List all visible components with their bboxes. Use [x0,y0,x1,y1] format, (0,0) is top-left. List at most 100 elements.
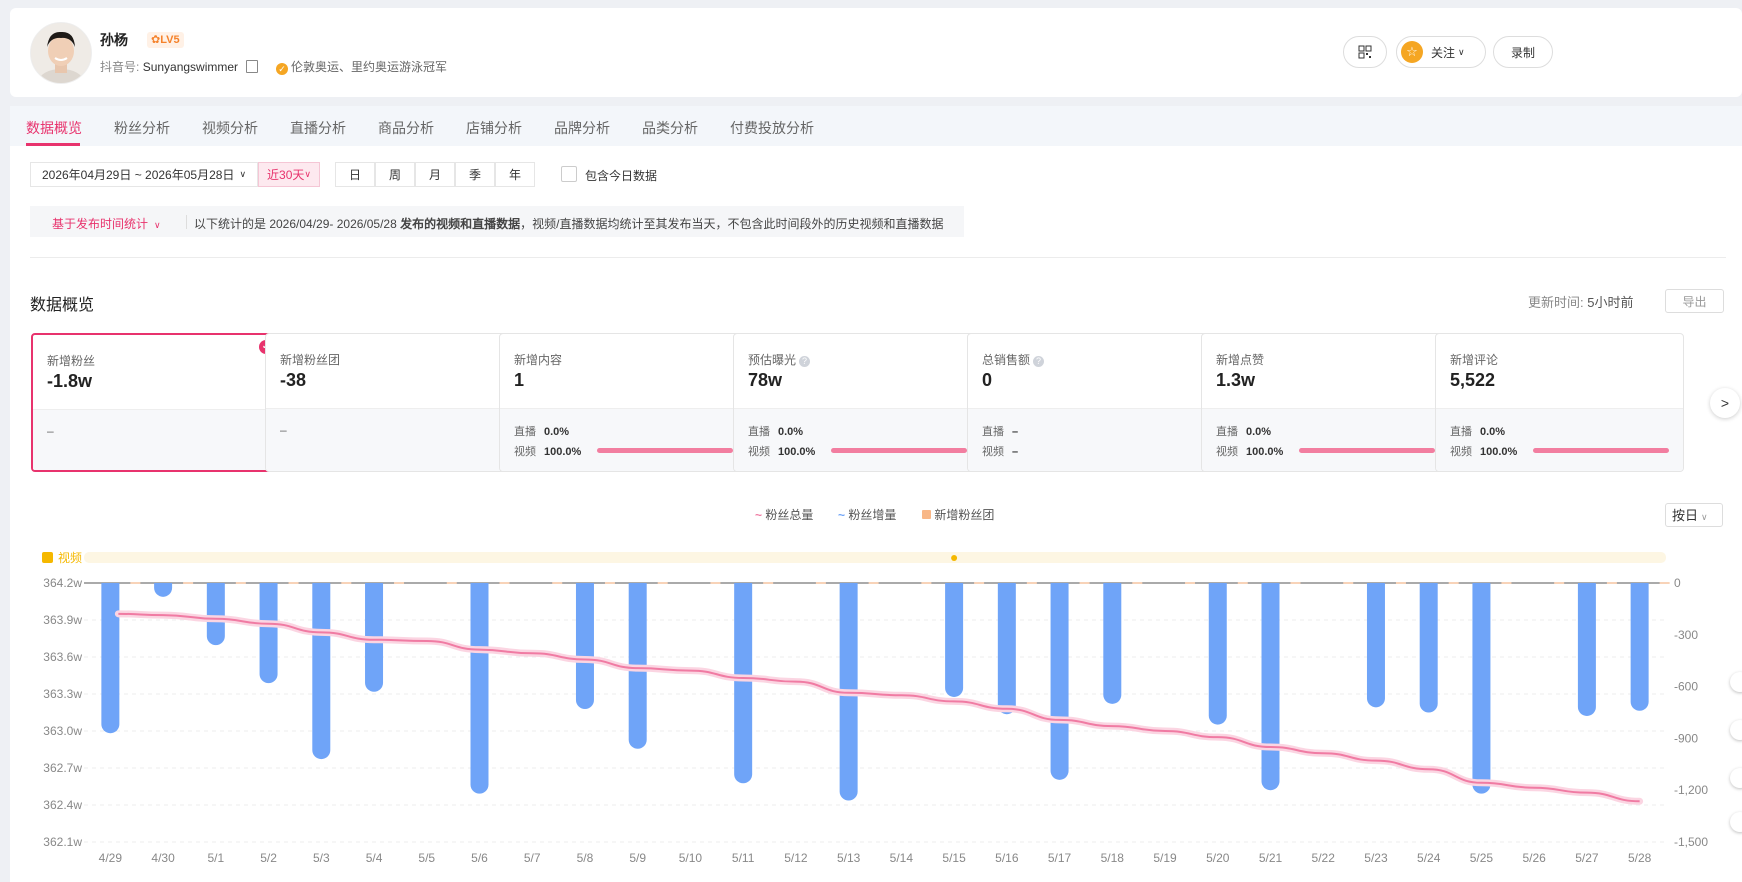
breakdown-row: 直播 0.0% [1216,426,1272,438]
section-title: 数据概览 [30,297,95,314]
metric-label: 新增粉丝团 [280,353,341,367]
chevron-down-icon: ∨ [304,169,311,179]
metric-breakdown: – [266,408,513,471]
breakdown-row: 视频 100.0% [1450,446,1518,458]
metric-breakdown: 直播 0.0% 视频 100.0% [734,408,981,471]
tab-0[interactable]: 数据概览 [26,118,82,138]
share-bar [1299,448,1435,453]
breakdown-row: 视频 – [982,446,1019,458]
period-year[interactable]: 年 [495,162,535,187]
line-legend-icon: ~ [755,508,763,522]
period-week[interactable]: 周 [375,162,415,187]
share-bar [1533,448,1669,453]
basis-description: 以下统计的是 2026/04/29- 2026/05/28 发布的视频和直播数据… [194,217,944,231]
metric-breakdown: 直播 0.0% 视频 100.0% [1202,408,1449,471]
record-button[interactable]: 录制 [1493,36,1553,68]
metric-card[interactable]: 新增点赞 1.3w 直播 0.0% 视频 100.0% [1201,333,1450,472]
basis-dropdown[interactable]: 基于发布时间统计 ∨ [52,215,161,232]
update-time: 更新时间: 5小时前 [1528,295,1634,310]
metric-card[interactable]: 预估曝光? 78w 直播 0.0% 视频 100.0% [733,333,982,472]
metric-breakdown: 直播 0.0% 视频 100.0% [500,408,747,471]
metric-card[interactable]: 总销售额? 0 直播 – 视频 – [967,333,1216,472]
preset-last30-dropdown[interactable]: 近30天 ∨ [258,162,320,187]
metric-label: 新增粉丝 [47,354,96,368]
help-icon[interactable]: ? [1033,356,1045,367]
tab-7[interactable]: 品类分析 [642,118,698,138]
legend-total[interactable]: ~ 粉丝总量 [755,506,813,523]
copy-icon[interactable] [246,60,259,73]
empty-value: – [47,424,54,438]
metric-label: 新增评论 [1450,353,1499,367]
metric-label: 新增点赞 [1216,353,1265,367]
divider [186,215,187,229]
metric-breakdown: 直播 0.0% 视频 100.0% [1436,408,1683,471]
metric-value: 5,522 [1450,370,1496,390]
divider [30,257,1726,258]
chevron-down-icon: ∨ [154,220,161,230]
date-range-picker[interactable]: 2026年04月29日 ~ 2026年05月28日 ∨ [30,162,258,187]
avatar[interactable] [30,22,92,84]
douyin-id-label: 抖音号: [100,60,140,74]
tab-bar: 数据概览 粉丝分析 视频分析 直播分析 商品分析 店铺分析 品牌分析 品类分析 付费投放分析 [10,106,1742,146]
qrcode-icon [1358,45,1372,59]
metric-label: 总销售额? [982,351,1045,368]
breakdown-row: 直播 0.0% [1450,426,1506,438]
empty-value: – [280,423,287,437]
crown-icon: ✿ [151,34,161,46]
tab-8[interactable]: 付费投放分析 [730,118,814,138]
tab-3[interactable]: 直播分析 [290,118,346,138]
export-button[interactable]: 导出 [1665,289,1724,313]
tab-5[interactable]: 店铺分析 [466,118,522,138]
metric-value: 0 [982,370,993,390]
period-day[interactable]: 日 [335,162,375,187]
tab-1[interactable]: 粉丝分析 [114,118,170,138]
metric-value: -1.8w [47,371,93,391]
metric-value: 1 [514,370,525,390]
breakdown-row: 直播 0.0% [514,426,570,438]
metric-value: 78w [748,370,783,390]
legend-increase[interactable]: ~ 粉丝增量 [838,506,896,523]
qrcode-button[interactable] [1343,36,1387,68]
breakdown-row: 视频 100.0% [514,446,582,458]
square-legend-icon [922,510,931,519]
douyin-id-row: 抖音号: Sunyangswimmer [100,58,264,75]
verify-text: 伦敦奥运、里约奥运游泳冠军 [291,60,448,74]
metric-value: 1.3w [1216,370,1256,390]
star-icon: ☆ [1401,41,1423,63]
tab-6[interactable]: 品牌分析 [554,118,610,138]
legend-fanclub[interactable]: 新增粉丝团 [922,506,994,523]
metric-value: -38 [280,370,307,390]
follow-button[interactable]: ☆ 关注 ∨ [1396,36,1486,68]
breakdown-row: 视频 100.0% [1216,446,1284,458]
verified-icon: ✓ [276,63,288,75]
metric-label: 预估曝光? [748,351,811,368]
metric-breakdown: 直播 – 视频 – [968,408,1215,471]
granularity-dropdown[interactable]: 按日 ∨ [1665,503,1723,527]
tab-4[interactable]: 商品分析 [378,118,434,138]
chevron-down-icon: ∨ [239,169,247,179]
share-bar [597,448,733,453]
period-quarter[interactable]: 季 [455,162,495,187]
profile-name: 孙杨 [100,32,128,48]
level-badge: ✿LV5 [147,32,184,48]
period-month[interactable]: 月 [415,162,455,187]
chevron-down-icon: ∨ [1701,512,1708,522]
metric-label: 新增内容 [514,353,563,367]
share-bar [831,448,967,453]
metric-card[interactable]: 新增粉丝-1.8w✓– [31,333,280,472]
metric-breakdown: – [33,409,278,470]
include-today-label: 包含今日数据 [585,169,658,183]
profile-card: 孙杨 ✿LV5 抖音号: Sunyangswimmer ✓ 伦敦奥运、里约奥运游泳… [10,8,1742,97]
tab-2[interactable]: 视频分析 [202,118,258,138]
metric-card[interactable]: 新增评论 5,522 直播 0.0% 视频 100.0% [1435,333,1684,472]
douyin-id: Sunyangswimmer [142,60,239,74]
stat-basis-bar: 基于发布时间统计 ∨ 以下统计的是 2026/04/29- 2026/05/28 … [30,206,964,237]
chevron-right-icon[interactable]: > [1710,388,1740,418]
breakdown-row: 直播 – [982,426,1019,438]
metric-card[interactable]: 新增内容 1 直播 0.0% 视频 100.0% [499,333,748,472]
chevron-down-icon: ∨ [1458,46,1465,57]
breakdown-row: 视频 100.0% [748,446,816,458]
metric-card[interactable]: 新增粉丝团 -38 – [265,333,514,472]
help-icon[interactable]: ? [799,356,811,367]
include-today-checkbox[interactable] [561,166,577,182]
